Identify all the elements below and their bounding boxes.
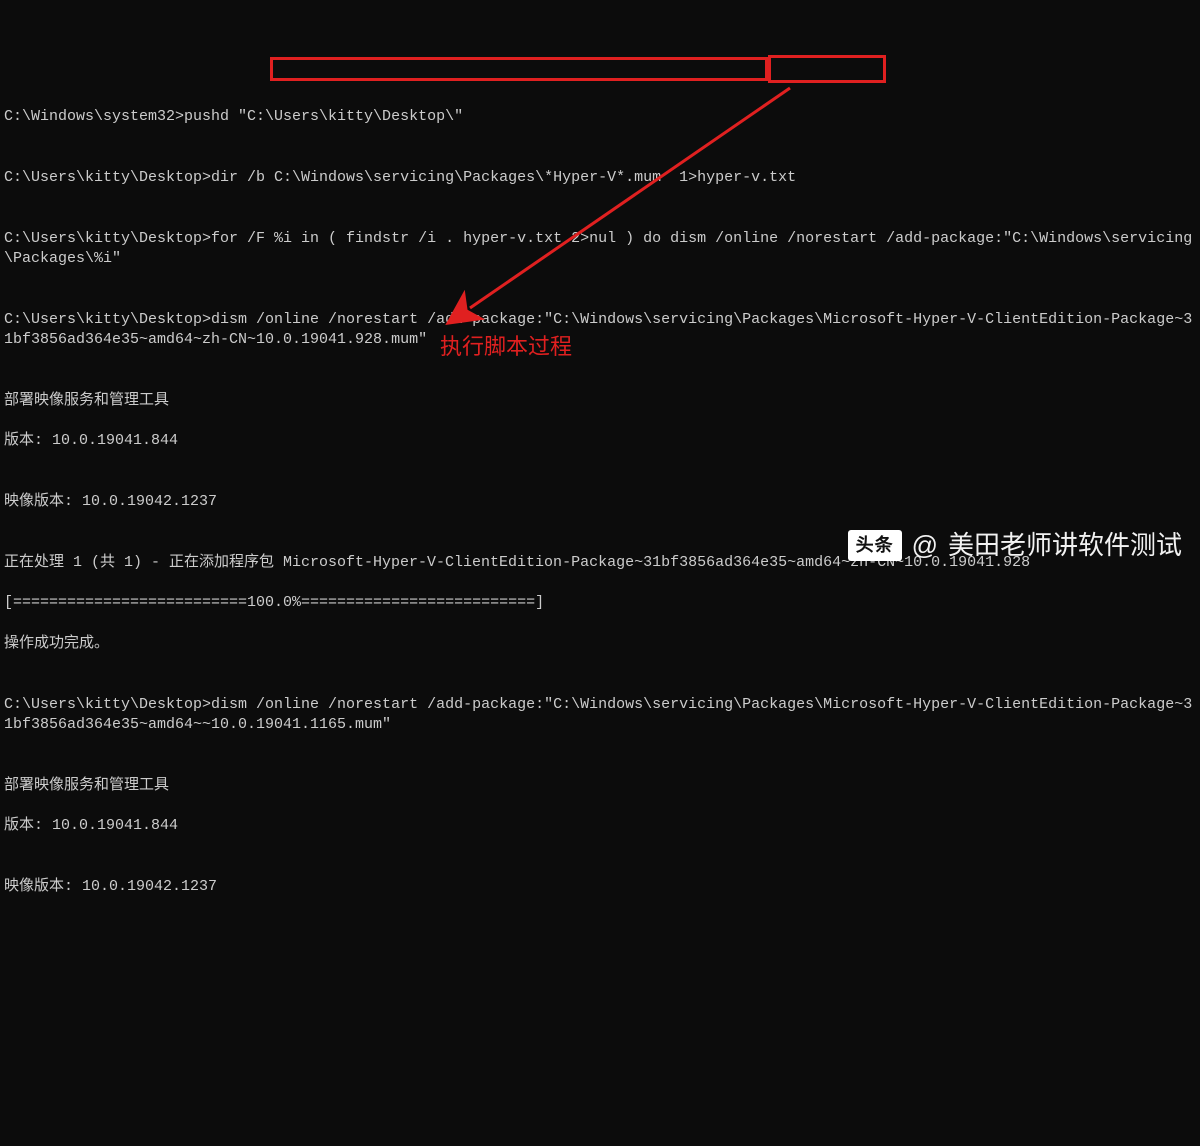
watermark: 头条 @ 美田老师讲软件测试	[848, 528, 1182, 563]
cmd-line: C:\Users\kitty\Desktop>dir /b C:\Windows…	[4, 168, 1196, 188]
progress-line: [==========================100.0%=======…	[4, 593, 1196, 613]
output-line: 版本: 10.0.19041.844	[4, 816, 1196, 836]
terminal-output: C:\Windows\system32>pushd "C:\Users\kitt…	[4, 87, 1196, 917]
highlight-box	[768, 55, 886, 83]
output-line: 版本: 10.0.19041.844	[4, 431, 1196, 451]
watermark-name: 美田老师讲软件测试	[948, 528, 1182, 563]
output-line: 部署映像服务和管理工具	[4, 391, 1196, 411]
cmd-line: C:\Users\kitty\Desktop>for /F %i in ( fi…	[4, 229, 1196, 270]
cmd-line: C:\Users\kitty\Desktop>dism /online /nor…	[4, 695, 1196, 736]
output-line: 映像版本: 10.0.19042.1237	[4, 877, 1196, 897]
watermark-at: @	[912, 528, 938, 563]
highlight-box	[270, 57, 768, 81]
output-line: 操作成功完成。	[4, 634, 1196, 654]
output-line: 部署映像服务和管理工具	[4, 776, 1196, 796]
output-line: 映像版本: 10.0.19042.1237	[4, 492, 1196, 512]
cmd-line: C:\Windows\system32>pushd "C:\Users\kitt…	[4, 107, 1196, 127]
watermark-logo: 头条	[848, 530, 902, 560]
cmd-line: C:\Users\kitty\Desktop>dism /online /nor…	[4, 310, 1196, 351]
